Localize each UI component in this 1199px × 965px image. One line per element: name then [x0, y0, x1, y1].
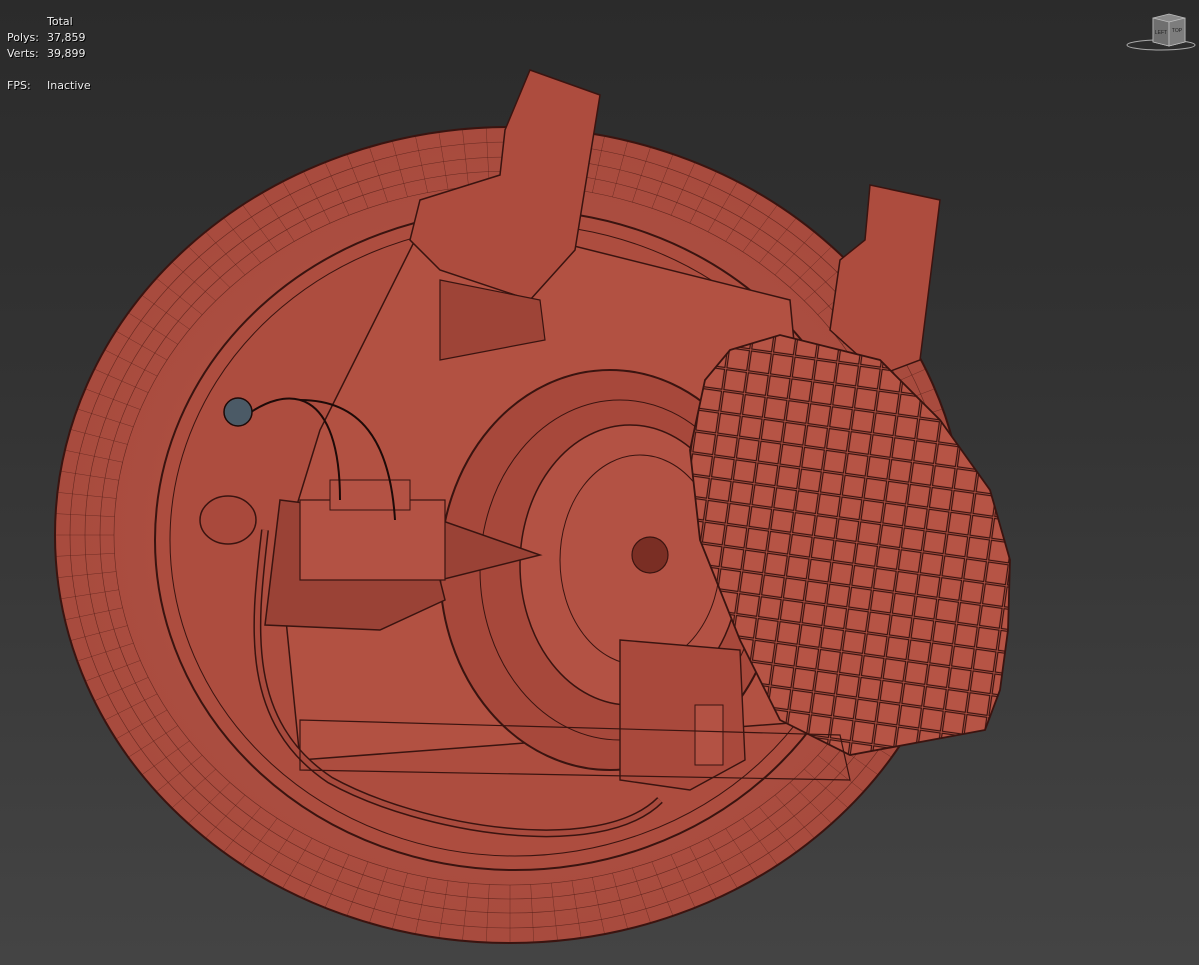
polys-label: Polys:: [7, 31, 39, 44]
3d-viewport[interactable]: Total Polys: 37,859 Verts: 39,899 FPS: Inac…: [0, 0, 1199, 965]
verts-label: Verts:: [7, 47, 39, 60]
polys-value: 37,859: [47, 31, 86, 44]
wireframe-model: [54, 69, 1011, 944]
connector: [199, 495, 257, 545]
bottom-bracket: [619, 639, 746, 791]
stats-header: Total: [47, 15, 73, 28]
viewcube[interactable]: LEFT TOP: [1125, 12, 1197, 52]
port-hole: [223, 397, 253, 427]
fps-value: Inactive: [47, 79, 91, 92]
viewcube-left-face: LEFT: [1155, 30, 1167, 36]
viewport-stats: Total Polys: 37,859 Verts: 39,899 FPS: Inac…: [7, 14, 91, 94]
vent: [631, 536, 669, 574]
verts-value: 39,899: [47, 47, 86, 60]
fps-label: FPS:: [7, 79, 31, 92]
viewcube-top-face: TOP: [1172, 28, 1183, 34]
